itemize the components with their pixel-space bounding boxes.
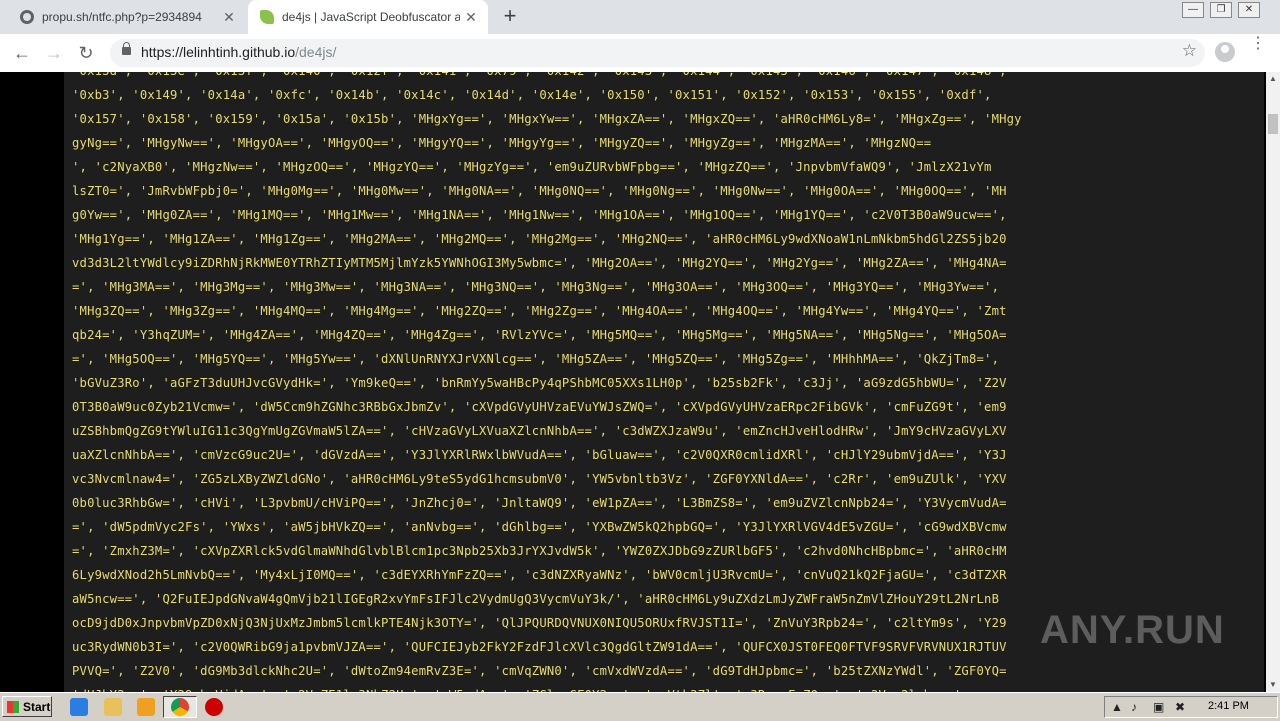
lock-icon (122, 42, 131, 55)
minimize-button[interactable]: — (1182, 2, 1204, 18)
network-icon[interactable]: ▣ (1153, 700, 1164, 714)
code-line: =', 'MHg5OQ==', 'MHg5YQ==', 'MHg5Yw==', … (72, 352, 1000, 366)
code-line: ocD9jdD0xJnpvbmVpZD0xNjQ3NjUxMzJmbm5lcml… (72, 616, 1007, 630)
code-line: =', 'MHg3MA==', 'MHg3Mg==', 'MHg3Mw==', … (72, 280, 1000, 294)
url-text: https://lelinhtinh.github.io/de4js/ (141, 44, 336, 60)
bookmark-star-icon[interactable]: ☆ (1182, 41, 1197, 61)
media-player-icon[interactable] (137, 698, 155, 716)
chrome-icon (171, 698, 189, 716)
tab-propush[interactable]: propu.sh/ntfc.php?p=2934894 ✕ (8, 0, 246, 34)
url-host: https://lelinhtinh.github.io (141, 44, 296, 60)
tab-de4js[interactable]: de4js | JavaScript Deobfuscator and ✕ (248, 0, 488, 34)
code-line: '0x13d', '0x13e', '0x13f', '0x140', '0x1… (72, 72, 1007, 78)
code-line: uc3RydWN0b3I=', 'c2V0QWRibG9ja1pvbmVJZA=… (72, 640, 1007, 654)
system-tray: ▲ ♪ ▣ ✖ (1104, 696, 1278, 718)
code-line: aW5ncw==', 'Q2FuIEJpdGNvaW4gQmVjb21lIGEg… (72, 592, 1000, 606)
scroll-up-arrow-icon[interactable]: ▲ (1266, 72, 1280, 86)
code-line: =', 'dW5pdmVyc2Fs', 'YWxs', 'aW5jbHVkZQ=… (72, 520, 1007, 534)
code-line: gyNg==', 'MHgyNw==', 'MHgyOA==', 'MHgyOQ… (72, 136, 932, 150)
code-line: uaXZlcnNhbA==', 'cmVzcG9uc2U=', 'dGVzdA=… (72, 448, 1007, 462)
security-icon[interactable]: ✖ (1175, 700, 1185, 714)
taskbar: Start ▲ ♪ ▣ ✖ 2:41 PM (0, 692, 1280, 721)
code-line: '0xb3', '0x149', '0x14a', '0xfc', '0x14b… (72, 88, 992, 102)
scrollbar-thumb[interactable] (1268, 114, 1278, 134)
reload-button[interactable]: ↻ (73, 41, 99, 65)
code-line: =', 'ZmxhZ3M=', 'cXVpZXRlck5vdGlmaWNhdGl… (72, 544, 1007, 558)
deobfuscated-code-output[interactable]: '0x13d', '0x13e', '0x13f', '0x140', '0x1… (64, 72, 1264, 692)
code-line: vd3d3L2ltYWdlcy9iZDRhNjRkMWE0YTRhZTIyMTM… (72, 256, 1007, 270)
forward-button[interactable]: → (41, 41, 67, 65)
code-line: 'bGVuZ3Ro', 'aGFzT3duUHJvcGVydHk=', 'Ym9… (72, 376, 1007, 390)
profile-avatar-icon[interactable] (1215, 42, 1235, 62)
back-button[interactable]: ← (9, 41, 35, 65)
close-tab-icon[interactable]: ✕ (460, 9, 482, 26)
tray-arrow-icon[interactable]: ▲ (1111, 700, 1123, 714)
page-scrollbar[interactable]: ▲ ▼ (1266, 72, 1280, 692)
code-line: 6Ly9wdXNod2h5LmNvbQ==', 'My4xLjI0MQ==', … (72, 568, 1007, 582)
warning-app-icon[interactable] (205, 698, 223, 716)
code-line: 'MHg1Yg==', 'MHg1ZA==', 'MHg1Zg==', 'MHg… (72, 232, 1007, 246)
de4js-favicon-icon (260, 10, 274, 24)
tab-title: de4js | JavaScript Deobfuscator and (282, 10, 460, 24)
ie-icon[interactable] (70, 698, 88, 716)
maximize-button[interactable]: ❐ (1210, 2, 1232, 18)
tab-title: propu.sh/ntfc.php?p=2934894 (42, 10, 202, 24)
volume-icon[interactable]: ♪ (1131, 700, 1137, 714)
code-line: PVVQ=', 'Z2V0', 'dG9Mb3dlckNhc2U=', 'dWt… (72, 664, 1007, 678)
chrome-taskbar-button[interactable] (163, 696, 197, 718)
code-line: lsZT0=', 'JmRvbWFpbj0=', 'MHg0Mg==', 'MH… (72, 184, 1007, 198)
code-line: 0b0luc3RhbGw=', 'cHVi', 'L3pvbmU/cHViPQ=… (72, 496, 1007, 510)
code-line: 'MHg3ZQ==', 'MHg3Zg==', 'MHg4MQ==', 'MHg… (72, 304, 1007, 318)
taskbar-clock: 2:41 PM (1208, 700, 1249, 712)
scroll-down-arrow-icon[interactable]: ▼ (1266, 678, 1280, 692)
code-line: qb24=', 'Y3hqZUM=', 'MHg4ZA==', 'MHg4ZQ=… (72, 328, 1007, 342)
browser-toolbar: ← → ↻ https://lelinhtinh.github.io/de4js… (0, 34, 1280, 73)
page-content: '0x13d', '0x13e', '0x13f', '0x140', '0x1… (0, 72, 1280, 692)
code-line: ', 'c2NyaXB0', 'MHgzNw==', 'MHgzOQ==', '… (72, 160, 992, 174)
code-line: g0Yw==', 'MHg0ZA==', 'MHg1MQ==', 'MHg1Mw… (72, 208, 1007, 222)
folder-icon[interactable] (104, 698, 122, 716)
close-tab-icon[interactable]: ✕ (218, 9, 240, 26)
code-line: '0x157', '0x158', '0x159', '0x15a', '0x1… (72, 112, 1022, 126)
start-button[interactable]: Start (2, 696, 52, 717)
anyrun-watermark: ANY.RUN (1040, 608, 1225, 652)
code-line: uZSBhbmQgZG9tYWluIG11c3QgYmUgZGVmaW5lZA=… (72, 424, 1007, 438)
code-line: vc3Nvcmlnaw4=', 'ZG5zLXByZWZldGNo', 'aHR… (72, 472, 1007, 486)
tab-strip: propu.sh/ntfc.php?p=2934894 ✕ de4js | Ja… (0, 0, 1280, 34)
globe-icon (20, 10, 34, 24)
address-bar[interactable]: https://lelinhtinh.github.io/de4js/ ☆ (110, 39, 1205, 67)
browser-menu-icon[interactable]: ⋮ (1250, 36, 1266, 52)
new-tab-button[interactable]: + (498, 5, 522, 29)
url-path: /de4js/ (295, 44, 337, 60)
code-line: 0T3B0aW9uc0Zyb21Vcmw=', 'dW5Ccm9hZGNhc3R… (72, 400, 1007, 414)
close-window-button[interactable]: ✕ (1238, 2, 1260, 18)
